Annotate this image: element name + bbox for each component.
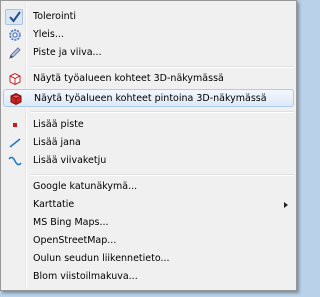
3d-box-outline-icon	[9, 72, 21, 86]
menu-item-show-3d[interactable]: Näytä työalueen kohteet 3D-näkymässä	[3, 70, 294, 88]
menu-item-add-point[interactable]: Lisää piste	[3, 116, 294, 134]
menu-item-label: Lisää viivaketju	[33, 155, 107, 166]
menu-item-yleis[interactable]: Yleis...	[3, 26, 294, 44]
point-icon	[13, 123, 17, 127]
menu-item-oulu-traffic[interactable]: Oulun seudun liikennetieto...	[3, 250, 294, 268]
menu-item-label: Blom viistoilmakuva...	[33, 271, 138, 282]
menu-separator	[31, 111, 294, 113]
checkmark-icon	[9, 11, 21, 23]
3d-box-solid-icon	[10, 92, 22, 106]
menu-item-label: MS Bing Maps...	[33, 217, 109, 228]
menu-item-label: Google katunäkymä...	[33, 181, 138, 192]
menu-item-show-3d-surfaces[interactable]: Näytä työalueen kohteet pintoina 3D-näky…	[3, 89, 294, 107]
context-menu: Tolerointi Yleis... Piste ja viiva... Nä…	[0, 0, 297, 291]
menu-item-add-line[interactable]: Lisää jana	[3, 134, 294, 152]
menu-item-google-streetview[interactable]: Google katunäkymä...	[3, 178, 294, 196]
menu-item-label: Lisää piste	[33, 119, 84, 130]
menu-item-label: Tolerointi	[33, 11, 77, 22]
menu-item-tolerointi[interactable]: Tolerointi	[3, 8, 294, 26]
menu-item-blom-oblique[interactable]: Blom viistoilmakuva...	[3, 268, 294, 286]
menu-separator	[31, 174, 294, 176]
menu-item-label: Lisää jana	[33, 137, 81, 148]
menu-item-bing-maps[interactable]: MS Bing Maps...	[3, 214, 294, 232]
menu-item-label: Oulun seudun liikennetieto...	[33, 253, 170, 264]
menu-item-piste-ja-viiva[interactable]: Piste ja viiva...	[3, 44, 294, 62]
menu-item-label: Yleis...	[33, 29, 64, 40]
menu-item-karttatie[interactable]: Karttatie	[3, 196, 294, 214]
menu-separator	[31, 66, 294, 68]
menu-item-openstreetmap[interactable]: OpenStreetMap...	[3, 232, 294, 250]
line-segment-icon	[9, 138, 21, 148]
settings-gear-icon	[9, 29, 21, 41]
menu-item-label: Karttatie	[33, 199, 75, 210]
pencil-icon	[9, 47, 21, 59]
menu-item-add-polyline[interactable]: Lisää viivaketju	[3, 152, 294, 170]
polyline-icon	[8, 156, 22, 166]
menu-item-label: Piste ja viiva...	[33, 47, 102, 58]
menu-item-label: OpenStreetMap...	[33, 235, 117, 246]
menu-item-label: Näytä työalueen kohteet pintoina 3D-näky…	[34, 93, 267, 104]
menu-item-label: Näytä työalueen kohteet 3D-näkymässä	[33, 73, 224, 84]
submenu-arrow-icon	[284, 202, 288, 208]
